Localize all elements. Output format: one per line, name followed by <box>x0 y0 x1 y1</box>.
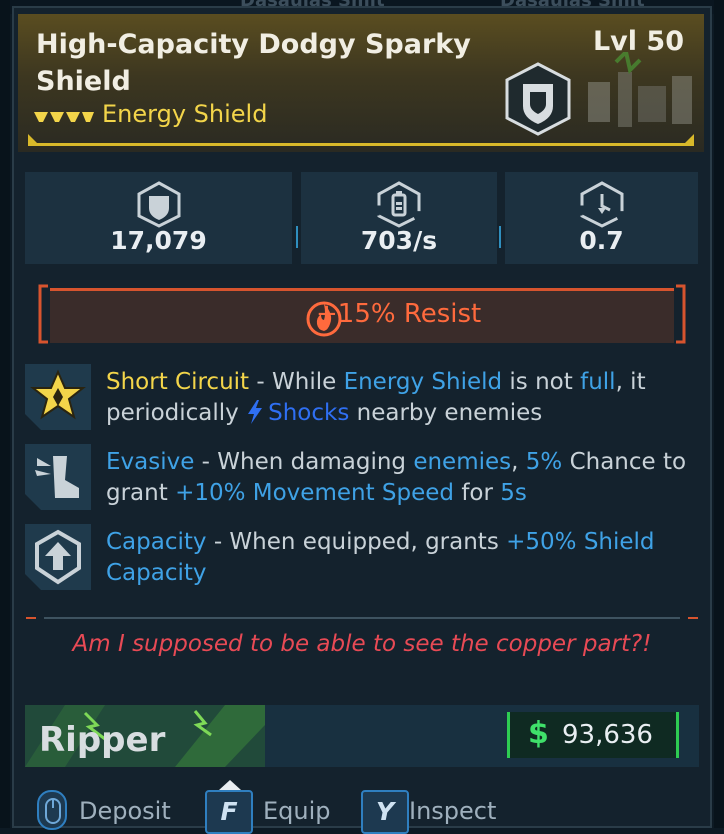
manufacturer-art-icon <box>588 52 692 127</box>
dollar-icon: $ <box>528 716 549 751</box>
item-header: High-Capacity Dodgy Sparky Shield Lvl 50… <box>18 14 704 152</box>
stat-separator <box>296 226 298 248</box>
perk-keyword: 5% <box>525 449 563 475</box>
perk-keyword: Energy Shield <box>343 369 503 395</box>
bracket-right-icon <box>676 284 686 344</box>
perk-text-run: for <box>454 480 501 506</box>
shield-badge-icon <box>505 62 571 136</box>
perk-keyword: full <box>580 369 616 395</box>
inspect-button[interactable]: Inspect <box>409 797 496 825</box>
perk-text-run: - While <box>249 369 344 395</box>
bracket-left-icon <box>38 284 48 344</box>
caret-up-icon <box>219 780 241 790</box>
lightning-icon <box>248 400 263 424</box>
price-amount: 93,636 <box>562 720 653 750</box>
divider-dash <box>688 617 698 619</box>
divider-dash <box>26 617 36 619</box>
rarity-chevrons-icon <box>34 112 94 122</box>
recharge-rate-icon <box>377 181 421 228</box>
star-badge-icon <box>25 364 91 430</box>
stat-recharge-rate: 703/s <box>301 172 497 264</box>
flavor-text: Am I supposed to be able to see the copp… <box>72 631 652 657</box>
perk-title: Short Circuit <box>106 369 250 395</box>
ripper-logo-icon: Ripper <box>25 705 265 767</box>
item-name: High-Capacity Dodgy Sparky Shield <box>36 29 471 97</box>
stat-value: 0.7 <box>579 226 624 255</box>
mouse-icon <box>45 798 61 824</box>
equip-button[interactable]: Equip <box>263 797 331 825</box>
perk-keyword: +10% Movement Speed <box>175 480 455 506</box>
resist-banner: +15% Resist <box>38 284 686 344</box>
header-underline <box>28 143 694 146</box>
right-rail <box>714 0 724 828</box>
equip-key[interactable]: F <box>205 790 253 834</box>
stat-value: 17,079 <box>110 226 207 255</box>
perk-text-run: , <box>511 449 526 475</box>
resist-panel: +15% Resist <box>50 288 674 343</box>
deposit-key[interactable] <box>37 790 67 830</box>
left-rail <box>0 0 10 828</box>
inspect-key[interactable]: Y <box>361 790 409 834</box>
ripper-logo-text: Ripper <box>39 720 166 760</box>
action-bar: Deposit F Equip Y Inspect <box>25 780 699 834</box>
perk-keyword: enemies <box>413 449 512 475</box>
stat-separator <box>499 226 501 248</box>
winged-boot-icon <box>25 444 91 510</box>
stat-value: 703/s <box>360 226 438 255</box>
perk-keyword: Shocks <box>268 400 350 426</box>
resist-text: +15% Resist <box>316 299 482 329</box>
perk-text-run: - When damaging <box>194 449 414 475</box>
stat-capacity: 17,079 <box>25 172 292 264</box>
perk-text-run: - When equipped, grants <box>206 529 507 555</box>
perk-text-run: nearby enemies <box>349 400 543 426</box>
perk-keyword: 5s <box>500 480 527 506</box>
footer-bar: Ripper $ 93,636 <box>25 705 699 767</box>
deposit-button[interactable]: Deposit <box>79 797 171 825</box>
divider <box>26 617 698 619</box>
price-tag: $ 93,636 <box>507 712 679 758</box>
perk-title: Evasive <box>106 449 195 475</box>
perk-evasive: Evasive - When damaging enemies, 5% Chan… <box>106 447 692 509</box>
shield-arrow-up-icon <box>25 524 91 590</box>
perk-short-circuit: Short Circuit - While Energy Shield is n… <box>106 367 692 429</box>
item-type: Energy Shield <box>102 100 268 128</box>
perk-title: Capacity <box>106 529 207 555</box>
perk-text-run: is not <box>502 369 581 395</box>
perk-capacity: Capacity - When equipped, grants +50% Sh… <box>106 527 692 589</box>
recharge-delay-icon <box>580 181 623 228</box>
shield-capacity-icon <box>137 181 180 228</box>
stat-recharge-delay: 0.7 <box>505 172 698 264</box>
divider-line <box>44 617 680 619</box>
